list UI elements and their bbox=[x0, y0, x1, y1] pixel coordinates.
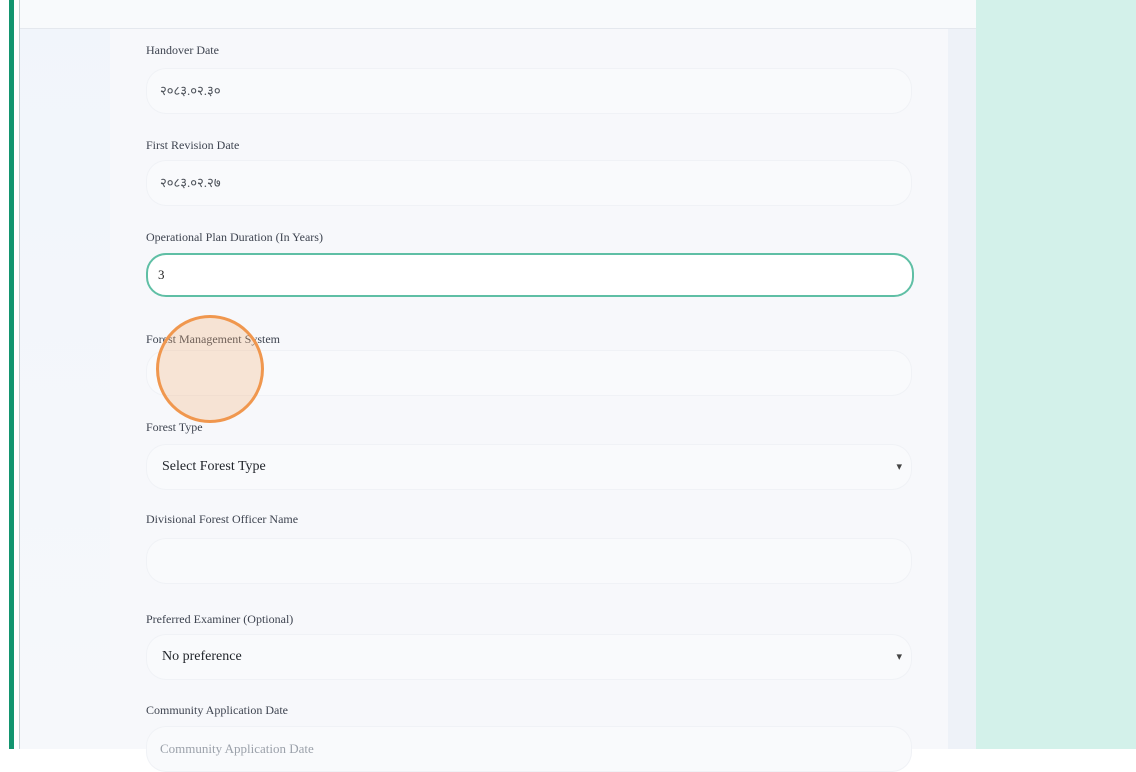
card-header bbox=[20, 0, 976, 29]
chevron-down-icon: ▾ bbox=[896, 650, 902, 663]
operational-plan-duration-value: 3 bbox=[158, 267, 165, 282]
divisional-forest-officer-name-label: Divisional Forest Officer Name bbox=[146, 512, 299, 526]
handover-date-label: Handover Date bbox=[146, 43, 219, 57]
preferred-examiner-select[interactable]: No preference ▾ bbox=[146, 634, 912, 680]
chevron-down-icon: ▾ bbox=[896, 460, 902, 473]
first-revision-date-value: २०८३.०२.२७ bbox=[160, 175, 221, 190]
divisional-forest-officer-name-field[interactable] bbox=[146, 538, 912, 584]
handover-date-field[interactable]: २०८३.०२.३० bbox=[146, 68, 912, 114]
community-application-date-placeholder: Community Application Date bbox=[160, 741, 314, 756]
first-revision-date-label: First Revision Date bbox=[146, 138, 240, 152]
left-accent-bar bbox=[9, 0, 14, 749]
forest-type-label: Forest Type bbox=[146, 420, 203, 434]
operational-plan-duration-input[interactable]: 3 bbox=[146, 253, 914, 297]
right-side-panel bbox=[976, 0, 1136, 749]
operational-plan-duration-label: Operational Plan Duration (In Years) bbox=[146, 230, 323, 244]
forest-type-selected: Select Forest Type bbox=[162, 459, 266, 474]
first-revision-date-field[interactable]: २०८३.०२.२७ bbox=[146, 160, 912, 206]
community-application-date-label: Community Application Date bbox=[146, 703, 288, 717]
right-gutter bbox=[948, 0, 976, 749]
forest-type-select[interactable]: Select Forest Type ▾ bbox=[146, 444, 912, 490]
forest-management-system-field[interactable] bbox=[146, 350, 912, 396]
community-application-date-field[interactable]: Community Application Date bbox=[146, 726, 912, 772]
preferred-examiner-selected: No preference bbox=[162, 649, 242, 664]
preferred-examiner-label: Preferred Examiner (Optional) bbox=[146, 612, 294, 626]
handover-date-value: २०८३.०२.३० bbox=[160, 83, 221, 98]
forest-management-system-label: Forest Management System bbox=[146, 332, 280, 346]
left-gutter bbox=[20, 0, 110, 749]
